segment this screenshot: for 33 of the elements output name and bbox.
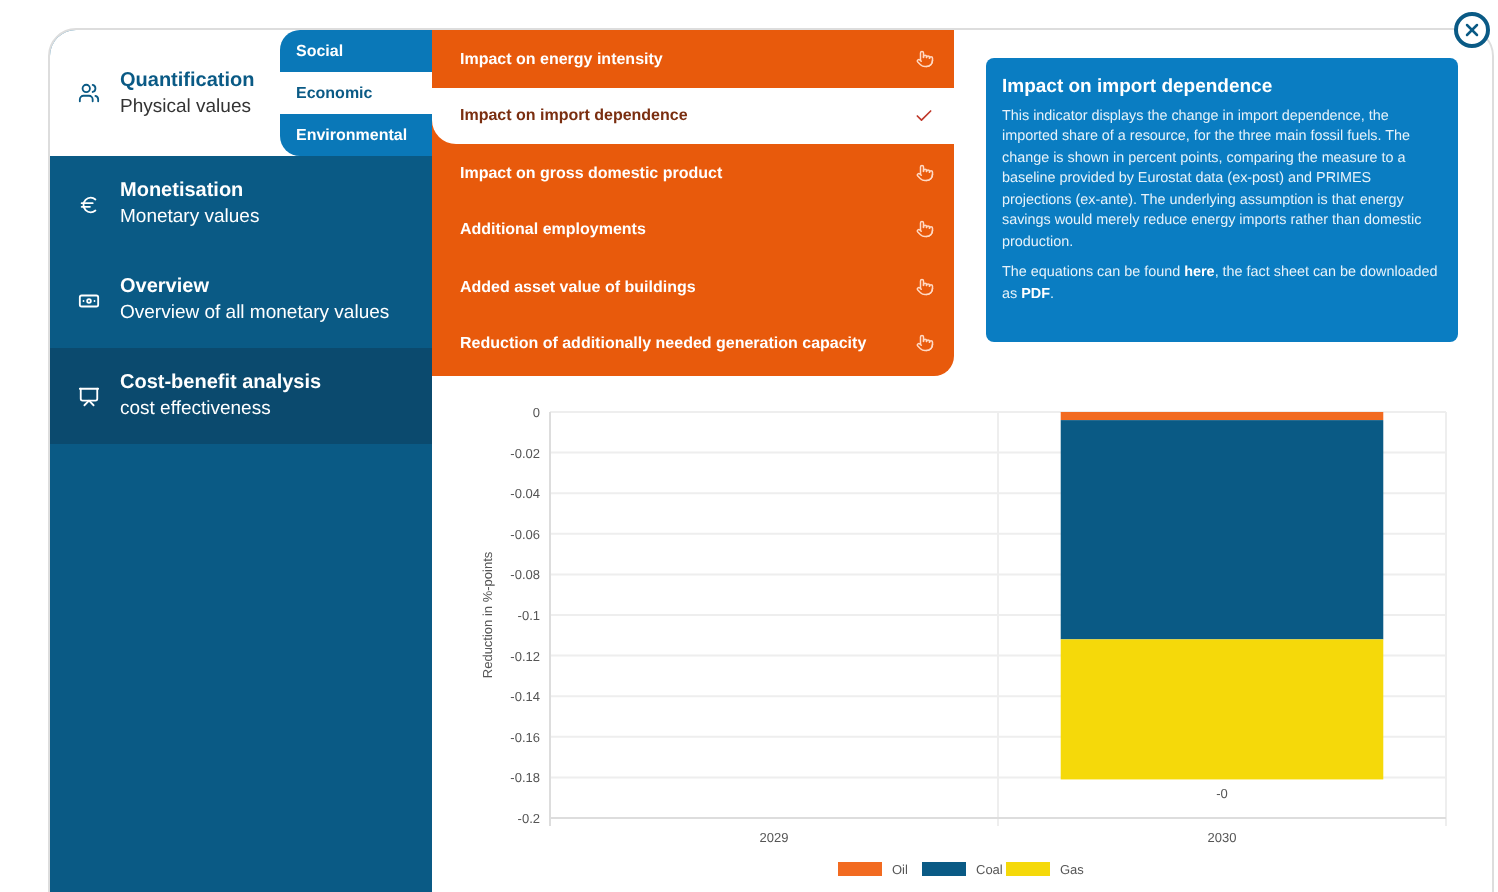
item-subtitle: Overview of all monetary values bbox=[120, 302, 390, 324]
category-tab[interactable]: Social bbox=[280, 30, 432, 72]
sidebar-icon bbox=[78, 385, 100, 407]
sidebar-item[interactable]: Quantification Physical values Social Economic Environmental bbox=[50, 30, 432, 156]
item-subtitle: Physical values bbox=[120, 95, 253, 117]
indicator-item[interactable]: Impact on import dependence bbox=[432, 87, 954, 144]
check-icon bbox=[914, 105, 934, 126]
item-subtitle: cost effectiveness bbox=[120, 398, 273, 420]
indicator-item[interactable]: Additional employments bbox=[432, 201, 954, 258]
sidebar-item[interactable]: Monetisation Monetary values bbox=[50, 156, 432, 252]
pointer-icon bbox=[916, 163, 934, 182]
pointer-icon bbox=[916, 49, 934, 68]
item-title: Cost-benefit analysis bbox=[120, 372, 322, 394]
pointer-icon bbox=[916, 334, 934, 353]
pointer-icon bbox=[916, 220, 934, 239]
close-icon bbox=[1462, 20, 1482, 40]
category-tab[interactable]: Environmental bbox=[280, 114, 432, 156]
sidebar-item[interactable]: Cost-benefit analysis cost effectiveness bbox=[50, 348, 432, 444]
indicator-item[interactable]: Reduction of additionally needed generation capacity bbox=[432, 315, 954, 372]
sidebar-icon bbox=[78, 193, 100, 215]
info-title: Impact on import dependence bbox=[1002, 76, 1275, 98]
item-title: Monetisation bbox=[120, 180, 246, 202]
sidebar-icon bbox=[78, 289, 100, 311]
pointer-icon bbox=[916, 277, 934, 296]
item-subtitle: Monetary values bbox=[120, 206, 260, 228]
indicator-item[interactable]: Impact on gross domestic product bbox=[432, 144, 954, 201]
sidebar-item[interactable]: Overview Overview of all monetary values bbox=[50, 252, 432, 348]
indicator-item[interactable]: Impact on energy intensity bbox=[432, 30, 954, 87]
item-title: Overview bbox=[120, 276, 211, 298]
indicator-item[interactable]: Added asset value of buildings bbox=[432, 258, 954, 315]
close-button[interactable] bbox=[1454, 12, 1490, 48]
sidebar-icon bbox=[78, 82, 100, 104]
item-title: Quantification bbox=[120, 69, 255, 91]
